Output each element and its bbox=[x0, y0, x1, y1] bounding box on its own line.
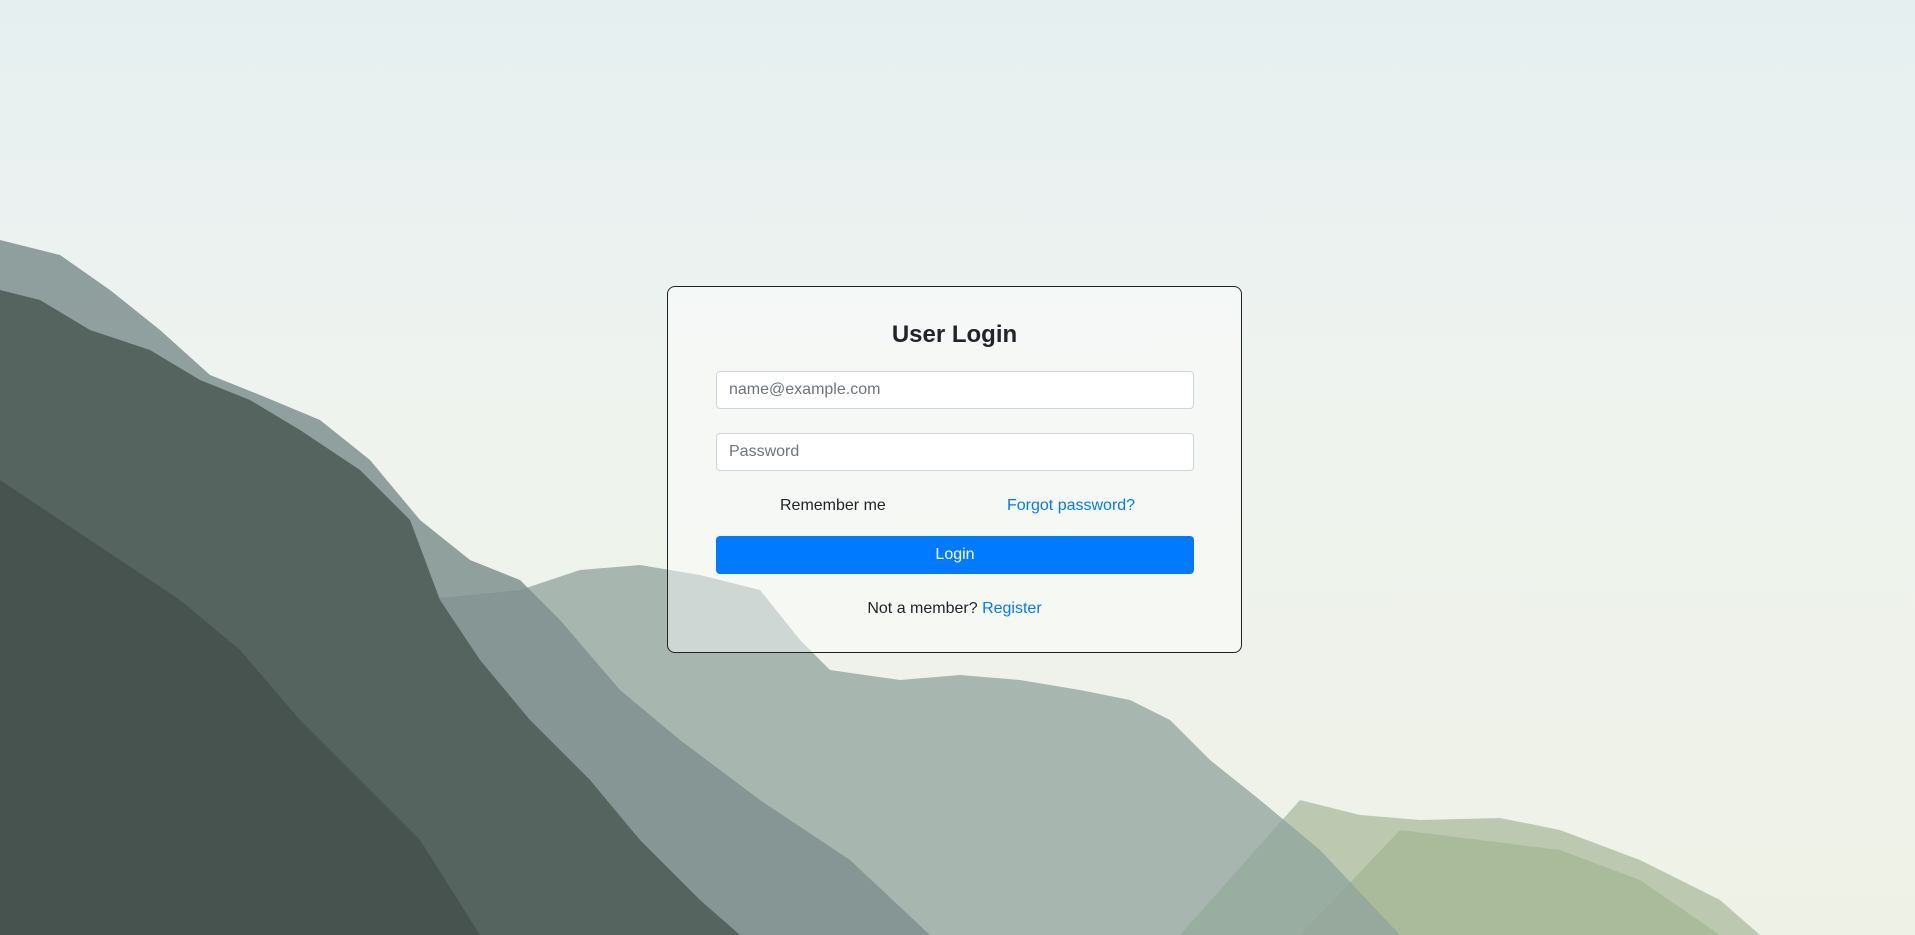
email-input[interactable] bbox=[716, 371, 1194, 409]
signup-prompt: Not a member? bbox=[867, 600, 978, 617]
login-card: User Login Remember me Forgot password? … bbox=[667, 286, 1242, 653]
password-input[interactable] bbox=[716, 433, 1194, 471]
forgot-password-link[interactable]: Forgot password? bbox=[1007, 497, 1135, 515]
remember-me-label[interactable]: Remember me bbox=[780, 497, 886, 515]
signup-line: Not a member? Register bbox=[668, 600, 1241, 618]
register-link[interactable]: Register bbox=[982, 600, 1042, 617]
login-button[interactable]: Login bbox=[716, 536, 1194, 574]
login-title: User Login bbox=[891, 321, 1018, 348]
